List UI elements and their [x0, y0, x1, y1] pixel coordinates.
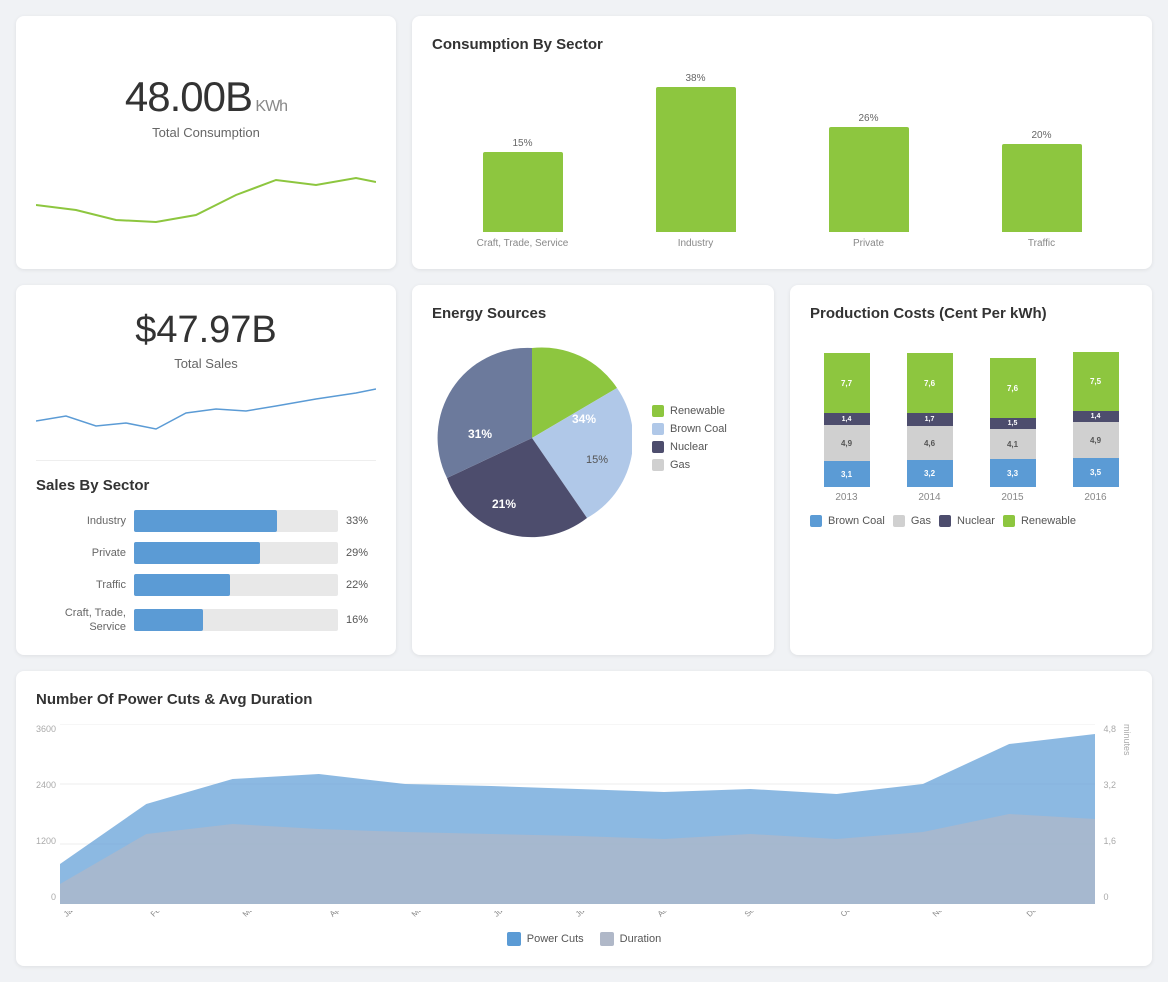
- hbar-private: Private 29%: [36, 542, 376, 564]
- consumption-label: Total Consumption: [152, 125, 260, 140]
- power-cuts-title: Number Of Power Cuts & Avg Duration: [36, 691, 1132, 708]
- energy-legend: Renewable Brown Coal Nuclear Gas: [652, 405, 727, 471]
- power-cuts-chart-container: 3600 2400 1200 0: [36, 724, 1132, 920]
- stacked-2013: 3,1 4,9 1,4 7,7 2013: [810, 353, 883, 503]
- left-y-axis: 3600 2400 1200 0: [36, 724, 56, 904]
- legend-duration: Duration: [600, 932, 662, 946]
- consumption-stat-card: 48.00B KWh Total Consumption: [16, 16, 396, 269]
- sector-bar-industry: 38% Industry: [625, 73, 766, 249]
- sales-by-sector-title: Sales By Sector: [36, 477, 376, 494]
- divider: [36, 460, 376, 461]
- legend-gas: Gas: [652, 459, 727, 471]
- sector-bar-private: 26% Private: [798, 113, 939, 249]
- stacked-chart: 3,1 4,9 1,4 7,7 2013 3,2 4,6 1,7 7,6 201…: [810, 338, 1132, 503]
- hbar-industry: Industry 33%: [36, 510, 376, 532]
- production-costs-card: Production Costs (Cent Per kWh) 3,1 4,9 …: [790, 285, 1152, 655]
- sector-bar-traffic: 20% Traffic: [971, 130, 1112, 249]
- energy-sources-title: Energy Sources: [432, 305, 754, 322]
- consumption-sparkline: [36, 150, 376, 233]
- stacked-2016: 3,5 4,9 1,4 7,5 2016: [1059, 352, 1132, 503]
- stacked-2014: 3,2 4,6 1,7 7,6 2014: [893, 353, 966, 503]
- production-legend: Brown Coal Gas Nuclear Renewable: [810, 515, 1132, 527]
- right-axis-label: minutes: [1122, 724, 1132, 920]
- hbar-craft: Craft, Trade,Service 16%: [36, 606, 376, 635]
- stacked-2015: 3,3 4,1 1,5 7,6 2015: [976, 358, 1049, 503]
- production-costs-title: Production Costs (Cent Per kWh): [810, 305, 1132, 322]
- power-cuts-chart: January 2016 February 2016 March 2016 Ap…: [60, 724, 1095, 920]
- sales-stat-card: $47.97B Total Sales Sales By Sector Indu…: [16, 285, 396, 655]
- consumption-value: 48.00B KWh: [125, 73, 287, 121]
- power-cuts-legend: Power Cuts Duration: [36, 932, 1132, 946]
- legend-renewable: Renewable: [652, 405, 727, 417]
- sales-sparkline: [36, 371, 376, 444]
- sales-by-sector-chart: Industry 33% Private 29% Traffic: [36, 510, 376, 635]
- power-cuts-card: Number Of Power Cuts & Avg Duration 3600…: [16, 671, 1152, 966]
- svg-text:15%: 15%: [586, 454, 608, 466]
- hbar-traffic: Traffic 22%: [36, 574, 376, 596]
- legend-nuclear: Nuclear: [652, 441, 727, 453]
- energy-pie-chart: 34% 15% 21% 31%: [432, 338, 632, 538]
- legend-power-cuts: Power Cuts: [507, 932, 584, 946]
- sector-bar-craft: 15% Craft, Trade, Service: [452, 138, 593, 249]
- power-cuts-svg: [60, 724, 1095, 904]
- sector-bar-chart: 15% Craft, Trade, Service 38% Industry 2…: [432, 69, 1132, 249]
- sales-value-container: $47.97B Total Sales: [36, 309, 376, 371]
- energy-pie-container: 34% 15% 21% 31% Renewable Brown Coal Nuc…: [432, 338, 754, 538]
- energy-sources-card: Energy Sources 34% 15% 21% 31%: [412, 285, 774, 655]
- sector-chart-title: Consumption By Sector: [432, 36, 1132, 53]
- left-col-row2: $47.97B Total Sales Sales By Sector Indu…: [16, 285, 396, 655]
- svg-text:31%: 31%: [468, 427, 492, 441]
- sales-value: $47.97B: [36, 309, 376, 352]
- svg-text:34%: 34%: [572, 412, 596, 426]
- sales-label: Total Sales: [36, 356, 376, 371]
- x-axis-labels: January 2016 February 2016 March 2016 Ap…: [60, 911, 1095, 920]
- svg-text:21%: 21%: [492, 497, 516, 511]
- consumption-by-sector-card: Consumption By Sector 15% Craft, Trade, …: [412, 16, 1152, 269]
- right-y-axis: 4,8 3,2 1,6 0: [1103, 724, 1116, 904]
- legend-brown-coal: Brown Coal: [652, 423, 727, 435]
